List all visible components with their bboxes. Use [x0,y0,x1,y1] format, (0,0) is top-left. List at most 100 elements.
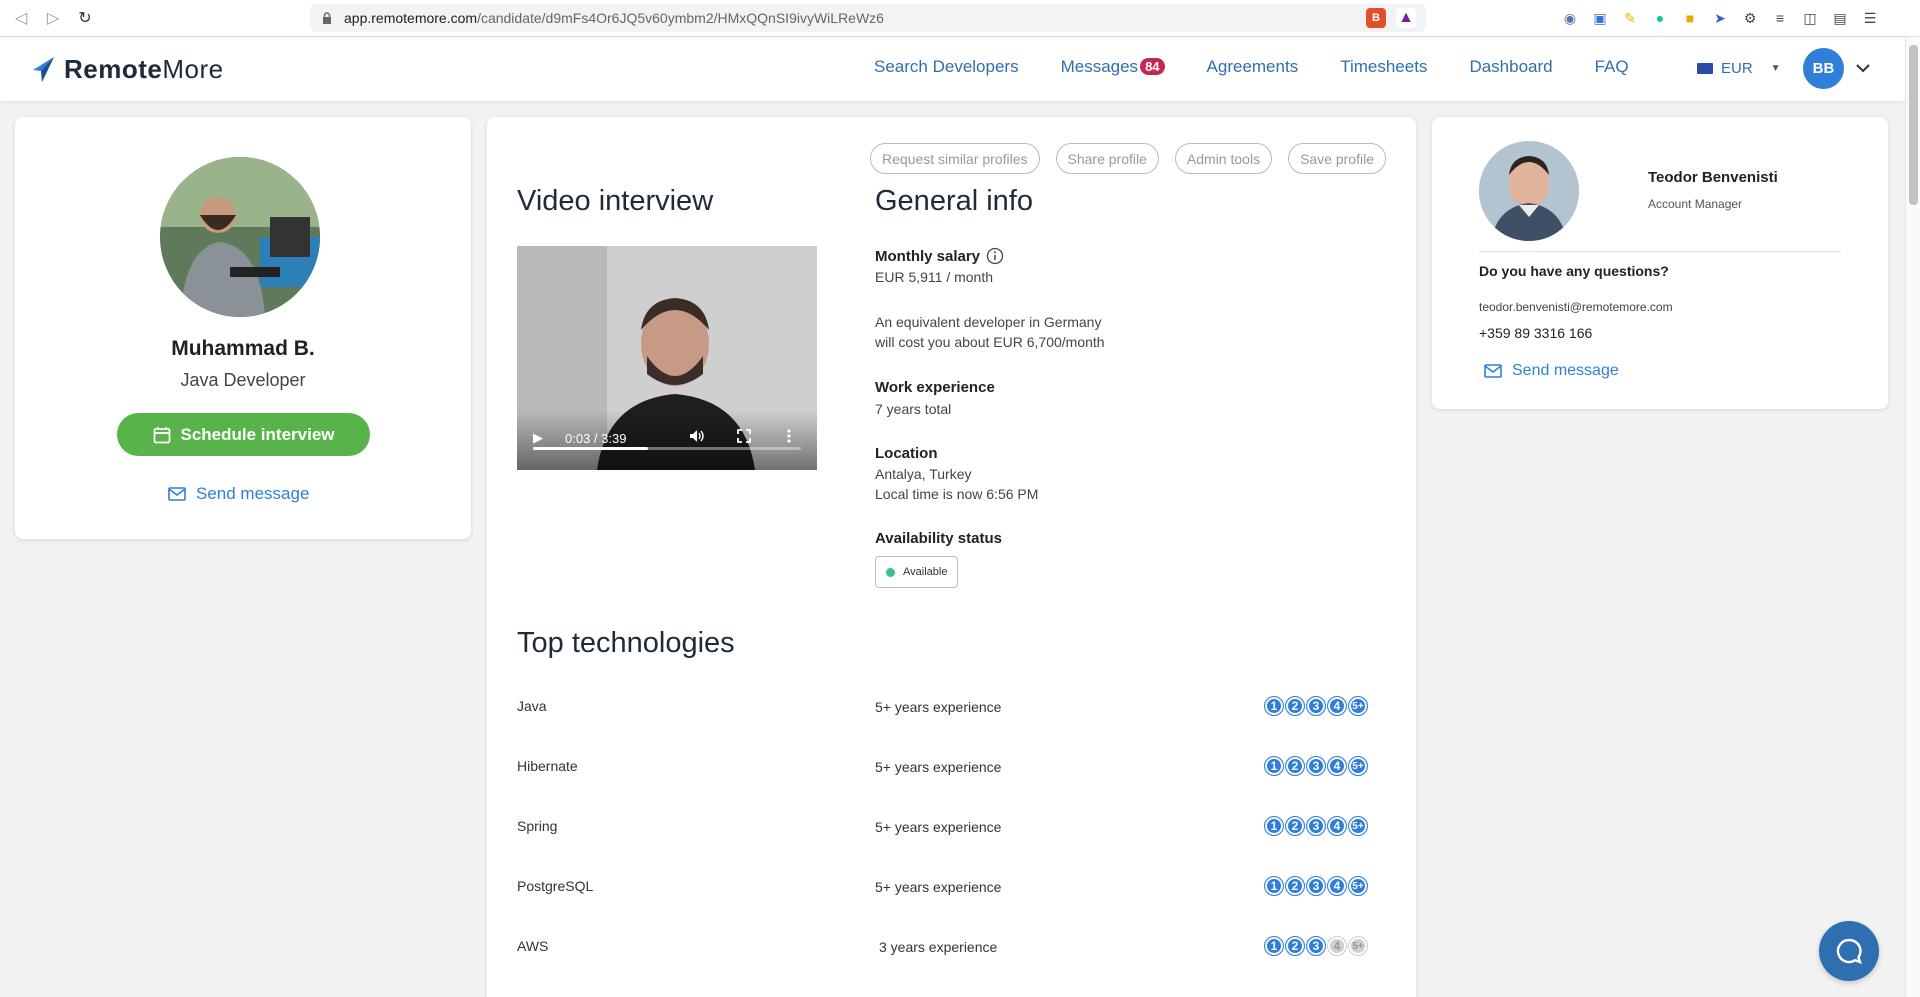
wallet-icon[interactable]: ▤ [1830,8,1850,28]
technology-level-indicator: 1 2 3 4 5+ [1264,876,1368,896]
technology-experience: 5+ years experience [875,759,1002,775]
account-manager-name: Teodor Benvenisti [1648,169,1778,186]
fullscreen-icon[interactable] [737,429,751,446]
forward-icon[interactable]: ▷ [42,7,64,29]
candidate-send-message-link[interactable]: Send message [168,484,309,504]
highlighter-icon[interactable]: ✎ [1620,8,1640,28]
monthly-salary-label: Monthly salary [875,247,1004,265]
info-icon[interactable] [986,247,1004,265]
browser-toolbar-icons: ◉ ▣ ✎ ● ■ ➤ ⚙ ≡ ◫ ▤ ☰ [1560,8,1880,28]
messages-count-badge: 84 [1140,58,1165,75]
extension-c-icon[interactable]: ◉ [1560,8,1580,28]
admin-tools-button[interactable]: Admin tools [1174,143,1273,174]
chevron-down-icon[interactable] [1856,60,1870,76]
candidate-role: Java Developer [180,370,306,390]
level-dot: 3 [1306,756,1326,776]
account-manager-email[interactable]: teodor.benvenisti@remotemore.com [1479,300,1673,314]
chat-icon [1836,938,1862,964]
level-dot: 1 [1264,816,1284,836]
level-dot: 3 [1306,816,1326,836]
nav-messages[interactable]: Messages 84 [1061,57,1165,77]
video-controls: ▶ 0:03 / 3:39 [517,410,817,470]
candidate-photo [160,157,320,317]
address-bar[interactable]: app.remotemore.com/candidate/d9mFs4Or6JQ… [310,4,1426,32]
main-nav: Search Developers Messages 84 Agreements … [874,57,1629,77]
level-dot: 4 [1327,936,1347,956]
level-dot: 1 [1264,756,1284,776]
schedule-interview-button[interactable]: Schedule interview [117,413,370,456]
extension-a-icon[interactable]: ■ [1680,8,1700,28]
reload-icon[interactable]: ↻ [74,7,96,29]
request-similar-profiles-button[interactable]: Request similar profiles [870,143,1040,174]
nav-dashboard[interactable]: Dashboard [1469,57,1552,77]
level-dot: 3 [1306,936,1326,956]
account-manager-role: Account Manager [1648,197,1743,211]
technology-level-indicator: 1 2 3 4 5+ [1264,936,1368,956]
video-time: 0:03 / 3:39 [565,431,627,446]
questions-heading: Do you have any questions? [1479,263,1669,279]
technology-row: PostgreSQL 5+ years experience 1 2 3 4 5+ [517,875,1387,899]
user-avatar[interactable]: BB [1803,48,1844,89]
technology-name: Spring [517,818,558,834]
chat-widget-button[interactable] [1819,921,1879,981]
back-icon[interactable]: ◁ [10,7,32,29]
share-profile-button[interactable]: Share profile [1055,143,1159,174]
technology-name: AWS [517,938,549,954]
save-profile-button[interactable]: Save profile [1288,143,1386,174]
technology-level-indicator: 1 2 3 4 5+ [1264,696,1368,716]
brave-rewards-icon[interactable]: ▲ [1396,8,1416,28]
technology-level-indicator: 1 2 3 4 5+ [1264,816,1368,836]
equivalent-cost-line1: An equivalent developer in Germany [875,314,1102,330]
nav-agreements[interactable]: Agreements [1207,57,1299,77]
work-experience-label: Work experience [875,379,995,396]
account-manager-card: Teodor Benvenisti Account Manager Do you… [1432,117,1888,409]
nav-timesheets[interactable]: Timesheets [1340,57,1427,77]
menu-icon[interactable]: ☰ [1860,8,1880,28]
video-player[interactable]: ▶ 0:03 / 3:39 [517,246,817,470]
play-icon[interactable]: ▶ [533,430,543,446]
level-dot: 2 [1285,936,1305,956]
brave-shield-icon[interactable]: B [1366,8,1386,28]
rocket-logo-icon [33,56,54,82]
account-manager-phone[interactable]: +359 89 3316 166 [1479,325,1592,341]
mail-icon [168,487,186,501]
level-dot: 5+ [1348,876,1368,896]
technology-row: Java 5+ years experience 1 2 3 4 5+ [517,695,1387,719]
calendar-icon [153,426,170,443]
more-vertical-icon[interactable] [787,429,791,446]
browser-chrome: ◁ ▷ ↻ app.remotemore.com/candidate/d9mFs… [0,0,1920,37]
equivalent-cost-line2: will cost you about EUR 6,700/month [875,334,1105,350]
eu-flag-icon [1697,63,1713,74]
mail-icon [1484,364,1502,378]
logo[interactable]: RemoteMore [30,54,224,85]
level-dot: 4 [1327,876,1347,896]
level-dot: 4 [1327,756,1347,776]
account-manager-photo [1479,141,1579,241]
caret-down-icon: ▼ [1770,63,1781,74]
technology-row: Hibernate 5+ years experience 1 2 3 4 5+ [517,755,1387,779]
currency-selector[interactable]: EUR ▼ [1697,60,1781,77]
nav-search-developers[interactable]: Search Developers [874,57,1019,77]
video-progress-bar[interactable] [533,447,801,450]
nav-faq[interactable]: FAQ [1595,57,1629,77]
scrollbar-thumb[interactable] [1909,45,1918,205]
account-manager-send-message-link[interactable]: Send message [1484,362,1619,380]
video-interview-heading: Video interview [508,185,736,222]
level-dot: 5+ [1348,936,1368,956]
grammarly-icon[interactable]: ● [1650,8,1670,28]
sidebar-icon[interactable]: ◫ [1800,8,1820,28]
rocket-icon[interactable]: ➤ [1710,8,1730,28]
local-time: Local time is now 6:56 PM [875,486,1039,502]
volume-icon[interactable] [689,429,705,446]
level-dot: 4 [1327,816,1347,836]
level-dot: 2 [1285,756,1305,776]
reading-list-icon[interactable]: ≡ [1770,8,1790,28]
puzzle-icon[interactable]: ⚙ [1740,8,1760,28]
translate-icon[interactable]: ▣ [1590,8,1610,28]
level-dot: 5+ [1348,816,1368,836]
logo-text: RemoteMore [64,54,224,84]
technology-name: Hibernate [517,758,578,774]
page-scrollbar[interactable] [1905,37,1920,997]
level-dot: 4 [1327,696,1347,716]
profile-toolbar: Request similar profiles Share profile A… [870,143,1386,174]
